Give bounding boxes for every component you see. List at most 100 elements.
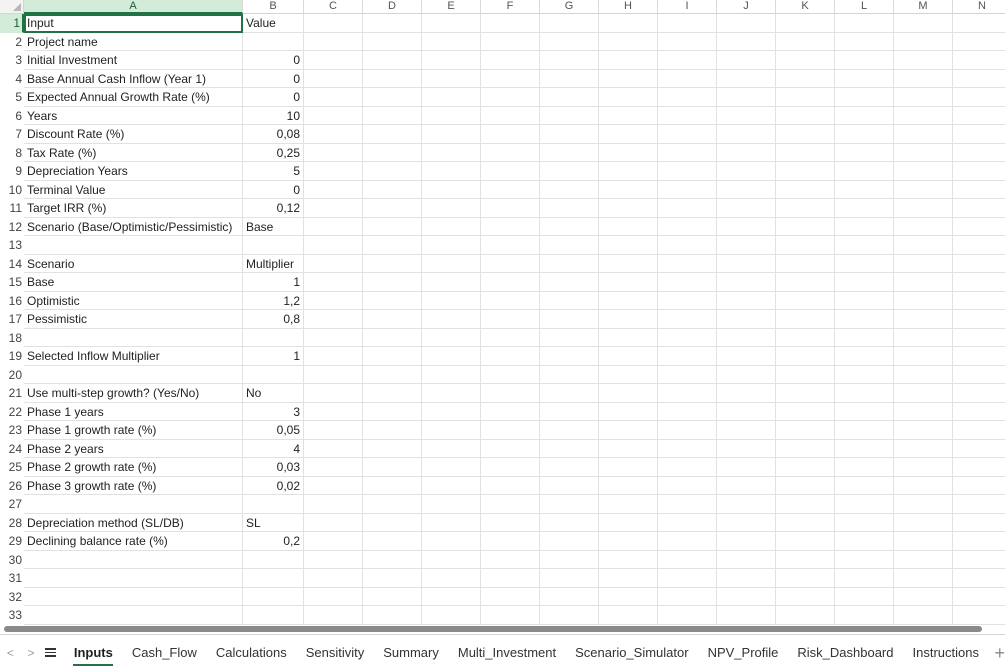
cell-i21[interactable]	[658, 384, 717, 403]
cell-j3[interactable]	[717, 51, 776, 70]
cell-n3[interactable]	[953, 51, 1005, 70]
cell-d26[interactable]	[363, 476, 422, 495]
cell-b28[interactable]: SL	[243, 513, 304, 532]
cell-d27[interactable]	[363, 495, 422, 514]
cell-k29[interactable]	[776, 532, 835, 551]
row-header-2[interactable]: 2	[0, 33, 24, 52]
cell-b29[interactable]: 0,2	[243, 532, 304, 551]
row-header-33[interactable]: 33	[0, 606, 24, 625]
cell-f25[interactable]	[481, 458, 540, 477]
row-header-24[interactable]: 24	[0, 440, 24, 459]
cell-i22[interactable]	[658, 402, 717, 421]
cell-k15[interactable]	[776, 273, 835, 292]
cell-d17[interactable]	[363, 310, 422, 329]
tab-sensitivity[interactable]: Sensitivity	[296, 638, 374, 668]
cell-b10[interactable]: 0	[243, 180, 304, 199]
cell-a25[interactable]: Phase 2 growth rate (%)	[24, 458, 243, 477]
row-header-10[interactable]: 10	[0, 181, 24, 200]
cell-l30[interactable]	[835, 550, 894, 569]
cell-l18[interactable]	[835, 328, 894, 347]
cell-e17[interactable]	[422, 310, 481, 329]
cell-b18[interactable]	[243, 328, 304, 347]
cell-d29[interactable]	[363, 532, 422, 551]
cell-l6[interactable]	[835, 106, 894, 125]
cell-n28[interactable]	[953, 514, 1005, 532]
column-header-m[interactable]: M	[894, 0, 953, 14]
cell-j16[interactable]	[717, 291, 776, 310]
all-sheets-menu-icon[interactable]	[41, 648, 60, 657]
cell-j5[interactable]	[717, 88, 776, 107]
cell-m22[interactable]	[894, 402, 953, 421]
row-header-12[interactable]: 12	[0, 218, 24, 237]
cell-n6[interactable]	[953, 107, 1005, 125]
cell-l22[interactable]	[835, 402, 894, 421]
cell-c22[interactable]	[304, 402, 363, 421]
cell-k28[interactable]	[776, 513, 835, 532]
cell-h1[interactable]	[599, 14, 658, 33]
row-header-21[interactable]: 21	[0, 384, 24, 403]
cell-g7[interactable]	[540, 125, 599, 144]
cell-a14[interactable]: Scenario	[24, 254, 243, 273]
cell-j22[interactable]	[717, 402, 776, 421]
cell-c20[interactable]	[304, 365, 363, 384]
cell-m3[interactable]	[894, 51, 953, 70]
cell-c29[interactable]	[304, 532, 363, 551]
cell-h22[interactable]	[599, 402, 658, 421]
cell-e33[interactable]	[422, 606, 481, 625]
cell-d10[interactable]	[363, 180, 422, 199]
tab-cash-flow[interactable]: Cash_Flow	[122, 638, 206, 668]
cell-l17[interactable]	[835, 310, 894, 329]
tab-inputs[interactable]: Inputs	[64, 638, 122, 668]
cell-n21[interactable]	[953, 384, 1005, 403]
cell-c14[interactable]	[304, 254, 363, 273]
cell-l9[interactable]	[835, 162, 894, 181]
cell-n19[interactable]	[953, 347, 1005, 366]
cell-h26[interactable]	[599, 476, 658, 495]
row-header-1[interactable]: 1	[0, 14, 24, 33]
cell-n17[interactable]	[953, 310, 1005, 329]
row-header-16[interactable]: 16	[0, 292, 24, 311]
cell-m1[interactable]	[894, 14, 953, 33]
cell-d22[interactable]	[363, 402, 422, 421]
cell-g16[interactable]	[540, 291, 599, 310]
cell-a19[interactable]: Selected Inflow Multiplier	[24, 347, 243, 366]
cell-k5[interactable]	[776, 88, 835, 107]
cell-i6[interactable]	[658, 106, 717, 125]
tab-summary[interactable]: Summary	[374, 638, 449, 668]
cell-a13[interactable]	[24, 236, 243, 255]
cell-n16[interactable]	[953, 292, 1005, 310]
cell-k9[interactable]	[776, 162, 835, 181]
cell-h28[interactable]	[599, 513, 658, 532]
cell-f8[interactable]	[481, 143, 540, 162]
cell-b32[interactable]	[243, 587, 304, 606]
cell-d23[interactable]	[363, 421, 422, 440]
cell-l16[interactable]	[835, 291, 894, 310]
cell-h21[interactable]	[599, 384, 658, 403]
cell-j4[interactable]	[717, 69, 776, 88]
cell-b22[interactable]: 3	[243, 402, 304, 421]
column-header-a[interactable]: A	[24, 0, 243, 14]
cell-f18[interactable]	[481, 328, 540, 347]
tab-npv-profile[interactable]: NPV_Profile	[698, 638, 788, 668]
cell-a28[interactable]: Depreciation method (SL/DB)	[24, 513, 243, 532]
select-all-corner[interactable]	[0, 0, 24, 14]
column-header-e[interactable]: E	[422, 0, 481, 14]
cell-i2[interactable]	[658, 32, 717, 51]
cell-h11[interactable]	[599, 199, 658, 218]
cell-g12[interactable]	[540, 217, 599, 236]
cell-e16[interactable]	[422, 291, 481, 310]
cell-c7[interactable]	[304, 125, 363, 144]
cell-f24[interactable]	[481, 439, 540, 458]
cell-n30[interactable]	[953, 551, 1005, 569]
row-header-25[interactable]: 25	[0, 458, 24, 477]
cell-i18[interactable]	[658, 328, 717, 347]
cell-f15[interactable]	[481, 273, 540, 292]
cell-d8[interactable]	[363, 143, 422, 162]
cell-n10[interactable]	[953, 181, 1005, 199]
cell-i10[interactable]	[658, 180, 717, 199]
cell-e25[interactable]	[422, 458, 481, 477]
cell-l29[interactable]	[835, 532, 894, 551]
cell-i3[interactable]	[658, 51, 717, 70]
cell-h10[interactable]	[599, 180, 658, 199]
cell-c26[interactable]	[304, 476, 363, 495]
